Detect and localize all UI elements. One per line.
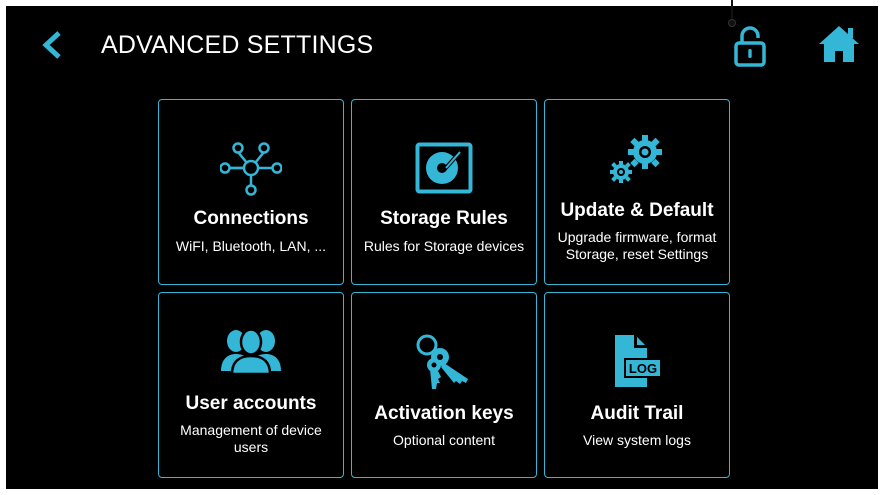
back-button[interactable] (38, 28, 66, 62)
tile-audit-trail[interactable]: LOG Audit Trail View system logs (544, 292, 730, 478)
tile-subtitle: Optional content (393, 432, 495, 448)
lock-button[interactable] (732, 25, 768, 67)
users-icon (221, 328, 281, 375)
tile-icon-wrap (352, 142, 536, 194)
tile-icon-wrap (352, 333, 536, 391)
tile-title: Audit Trail (590, 403, 684, 424)
tile-connections[interactable]: Connections WiFI, Bluetooth, LAN, ... (158, 99, 344, 285)
tile-title: Storage Rules (380, 208, 508, 229)
tile-subtitle: Rules for Storage devices (363, 238, 525, 254)
tile-title: Connections (193, 208, 309, 229)
keys-icon (416, 334, 468, 389)
tile-title: Update & Default (560, 200, 714, 221)
tile-title: User accounts (185, 393, 317, 414)
gears-icon (610, 135, 662, 183)
tile-subtitle: WiFI, Bluetooth, LAN, ... (175, 238, 327, 254)
tile-subtitle: Management of device users (180, 422, 322, 455)
storage-disk-icon (415, 142, 473, 194)
home-icon (819, 26, 859, 62)
log-file-icon: LOG (615, 335, 662, 387)
tile-subtitle: View system logs (583, 432, 691, 448)
tile-icon-wrap (159, 327, 343, 375)
tile-title: Activation keys (374, 403, 514, 424)
chevron-left-icon (42, 31, 61, 59)
tile-activation-keys[interactable]: Activation keys Optional content (351, 292, 537, 478)
tile-icon-wrap (545, 134, 729, 186)
tile-storage-rules[interactable]: Storage Rules Rules for Storage devices (351, 99, 537, 285)
tile-icon-wrap: LOG (545, 333, 729, 389)
svg-text:LOG: LOG (629, 361, 657, 376)
unlock-icon (734, 26, 766, 67)
tile-subtitle: Upgrade firmware, format Storage, reset … (557, 229, 717, 262)
page-title: ADVANCED SETTINGS (101, 31, 374, 59)
tile-user-accounts[interactable]: User accounts Management of device users (158, 292, 344, 478)
tile-update-default[interactable]: Update & Default Upgrade firmware, forma… (544, 99, 730, 285)
home-button[interactable] (818, 25, 860, 63)
network-hub-icon (220, 142, 282, 196)
tile-icon-wrap (159, 140, 343, 196)
